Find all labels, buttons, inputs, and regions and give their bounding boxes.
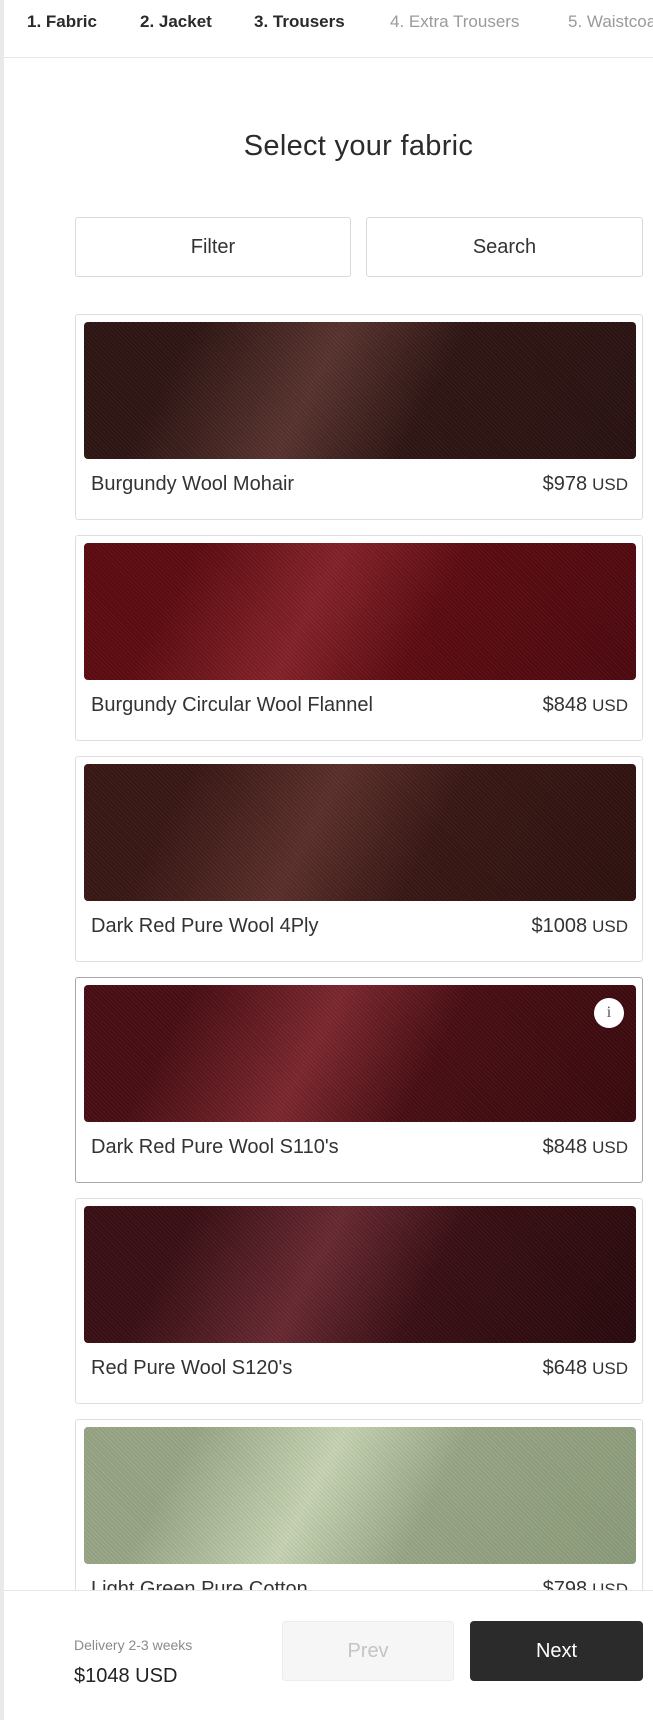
footer-bar: Delivery 2-3 weeks $1048 USD Prev Next (4, 1590, 653, 1720)
fabric-card[interactable]: i Dark Red Pure Wool S110's $848 USD (75, 977, 643, 1183)
fabric-name: Burgundy Circular Wool Flannel (91, 694, 373, 716)
fabric-price: $1008 USD (531, 915, 628, 938)
fabric-name: Burgundy Wool Mohair (91, 473, 295, 495)
step-tabs: 1. Fabric 2. Jacket 3. Trousers 4. Extra… (4, 0, 653, 58)
info-icon[interactable]: i (594, 998, 624, 1028)
fabric-card[interactable]: Red Pure Wool S120's $648 USD (75, 1198, 643, 1404)
fabric-price: $648 USD (543, 1357, 628, 1380)
price-amount: $648 (542, 1357, 588, 1379)
left-edge (0, 0, 4, 1720)
search-button[interactable]: Search (366, 217, 643, 277)
fabric-swatch-image (84, 1206, 636, 1343)
fabric-name: Dark Red Pure Wool 4Ply (91, 915, 319, 937)
tab-extra-trousers[interactable]: 4. Extra Trousers (367, 0, 545, 57)
price-currency: USD (592, 696, 628, 715)
prev-button[interactable]: Prev (282, 1621, 454, 1681)
delivery-estimate: Delivery 2-3 weeks (74, 1637, 193, 1653)
fabric-card[interactable]: Burgundy Circular Wool Flannel $848 USD (75, 535, 643, 741)
fabric-swatch-image (84, 322, 636, 459)
fabric-name: Red Pure Wool S120's (91, 1357, 293, 1379)
fabric-swatch-image (84, 543, 636, 680)
filter-button[interactable]: Filter (75, 217, 351, 277)
price-amount: $1008 (531, 915, 588, 937)
page-title: Select your fabric (243, 130, 474, 162)
tab-fabric[interactable]: 1. Fabric (4, 0, 117, 57)
total-price: $1048 USD (74, 1665, 178, 1687)
tab-jacket[interactable]: 2. Jacket (117, 0, 234, 57)
fabric-swatch-image (84, 1427, 636, 1564)
fabric-price: $848 USD (543, 694, 628, 717)
price-currency: USD (592, 917, 628, 936)
price-currency: USD (592, 475, 628, 494)
tab-waistcoat[interactable]: 5. Waistcoat (545, 0, 653, 57)
fabric-card[interactable]: Dark Red Pure Wool 4Ply $1008 USD (75, 756, 643, 962)
fabric-swatch-image: i (84, 985, 636, 1122)
next-button[interactable]: Next (470, 1621, 643, 1681)
fabric-swatch-image (84, 764, 636, 901)
price-amount: $978 (542, 473, 588, 495)
fabric-card[interactable]: Burgundy Wool Mohair $978 USD (75, 314, 643, 520)
price-amount: $848 (542, 1136, 588, 1158)
tab-trousers[interactable]: 3. Trousers (234, 0, 367, 57)
price-currency: USD (592, 1359, 628, 1378)
fabric-name: Dark Red Pure Wool S110's (91, 1136, 339, 1158)
price-currency: USD (592, 1138, 628, 1157)
price-amount: $848 (542, 694, 588, 716)
fabric-price: $848 USD (543, 1136, 628, 1159)
fabric-price: $978 USD (543, 473, 628, 496)
